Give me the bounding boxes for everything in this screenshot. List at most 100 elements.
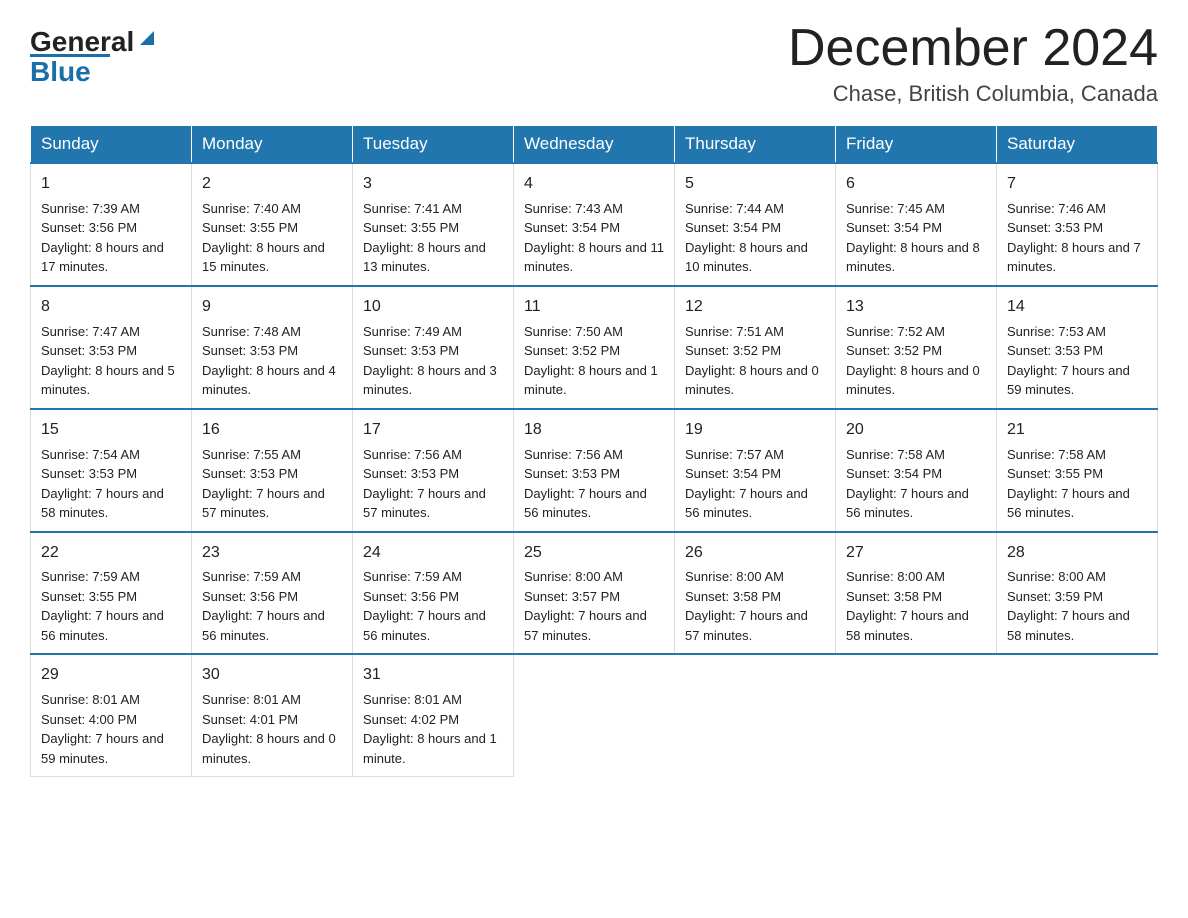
day-info: Sunrise: 7:59 AMSunset: 3:56 PMDaylight:… (363, 567, 503, 645)
day-info: Sunrise: 7:53 AMSunset: 3:53 PMDaylight:… (1007, 322, 1147, 400)
table-row: 29Sunrise: 8:01 AMSunset: 4:00 PMDayligh… (31, 654, 192, 776)
day-number: 21 (1007, 418, 1147, 443)
table-row: 1Sunrise: 7:39 AMSunset: 3:56 PMDaylight… (31, 163, 192, 286)
table-row (675, 654, 836, 776)
table-row: 12Sunrise: 7:51 AMSunset: 3:52 PMDayligh… (675, 286, 836, 409)
table-row: 4Sunrise: 7:43 AMSunset: 3:54 PMDaylight… (514, 163, 675, 286)
day-number: 14 (1007, 295, 1147, 320)
table-row (997, 654, 1158, 776)
day-info: Sunrise: 8:01 AMSunset: 4:02 PMDaylight:… (363, 690, 503, 768)
day-info: Sunrise: 7:46 AMSunset: 3:53 PMDaylight:… (1007, 199, 1147, 277)
day-number: 26 (685, 541, 825, 566)
table-row: 26Sunrise: 8:00 AMSunset: 3:58 PMDayligh… (675, 532, 836, 655)
table-row: 2Sunrise: 7:40 AMSunset: 3:55 PMDaylight… (192, 163, 353, 286)
day-number: 20 (846, 418, 986, 443)
day-number: 2 (202, 172, 342, 197)
day-number: 9 (202, 295, 342, 320)
day-number: 18 (524, 418, 664, 443)
day-number: 13 (846, 295, 986, 320)
day-info: Sunrise: 7:59 AMSunset: 3:56 PMDaylight:… (202, 567, 342, 645)
day-info: Sunrise: 7:54 AMSunset: 3:53 PMDaylight:… (41, 445, 181, 523)
day-info: Sunrise: 8:00 AMSunset: 3:59 PMDaylight:… (1007, 567, 1147, 645)
table-row: 13Sunrise: 7:52 AMSunset: 3:52 PMDayligh… (836, 286, 997, 409)
table-row: 30Sunrise: 8:01 AMSunset: 4:01 PMDayligh… (192, 654, 353, 776)
day-info: Sunrise: 7:39 AMSunset: 3:56 PMDaylight:… (41, 199, 181, 277)
table-row: 31Sunrise: 8:01 AMSunset: 4:02 PMDayligh… (353, 654, 514, 776)
logo-triangle-icon (136, 27, 158, 49)
table-row: 28Sunrise: 8:00 AMSunset: 3:59 PMDayligh… (997, 532, 1158, 655)
table-row: 24Sunrise: 7:59 AMSunset: 3:56 PMDayligh… (353, 532, 514, 655)
day-info: Sunrise: 7:43 AMSunset: 3:54 PMDaylight:… (524, 199, 664, 277)
table-row: 8Sunrise: 7:47 AMSunset: 3:53 PMDaylight… (31, 286, 192, 409)
day-info: Sunrise: 7:52 AMSunset: 3:52 PMDaylight:… (846, 322, 986, 400)
day-info: Sunrise: 7:40 AMSunset: 3:55 PMDaylight:… (202, 199, 342, 277)
table-row: 6Sunrise: 7:45 AMSunset: 3:54 PMDaylight… (836, 163, 997, 286)
day-number: 29 (41, 663, 181, 688)
day-number: 11 (524, 295, 664, 320)
day-info: Sunrise: 8:00 AMSunset: 3:58 PMDaylight:… (846, 567, 986, 645)
table-row: 15Sunrise: 7:54 AMSunset: 3:53 PMDayligh… (31, 409, 192, 532)
day-number: 28 (1007, 541, 1147, 566)
col-tuesday: Tuesday (353, 126, 514, 164)
col-monday: Monday (192, 126, 353, 164)
day-number: 8 (41, 295, 181, 320)
table-row: 23Sunrise: 7:59 AMSunset: 3:56 PMDayligh… (192, 532, 353, 655)
table-row: 11Sunrise: 7:50 AMSunset: 3:52 PMDayligh… (514, 286, 675, 409)
table-row: 19Sunrise: 7:57 AMSunset: 3:54 PMDayligh… (675, 409, 836, 532)
table-row: 10Sunrise: 7:49 AMSunset: 3:53 PMDayligh… (353, 286, 514, 409)
day-number: 22 (41, 541, 181, 566)
table-row: 14Sunrise: 7:53 AMSunset: 3:53 PMDayligh… (997, 286, 1158, 409)
table-row: 21Sunrise: 7:58 AMSunset: 3:55 PMDayligh… (997, 409, 1158, 532)
calendar-header: Sunday Monday Tuesday Wednesday Thursday… (31, 126, 1158, 164)
day-number: 23 (202, 541, 342, 566)
day-info: Sunrise: 7:49 AMSunset: 3:53 PMDaylight:… (363, 322, 503, 400)
day-number: 4 (524, 172, 664, 197)
day-number: 30 (202, 663, 342, 688)
day-info: Sunrise: 7:41 AMSunset: 3:55 PMDaylight:… (363, 199, 503, 277)
table-row: 18Sunrise: 7:56 AMSunset: 3:53 PMDayligh… (514, 409, 675, 532)
day-number: 1 (41, 172, 181, 197)
day-number: 5 (685, 172, 825, 197)
table-row: 25Sunrise: 8:00 AMSunset: 3:57 PMDayligh… (514, 532, 675, 655)
day-info: Sunrise: 7:59 AMSunset: 3:55 PMDaylight:… (41, 567, 181, 645)
table-row: 22Sunrise: 7:59 AMSunset: 3:55 PMDayligh… (31, 532, 192, 655)
col-sunday: Sunday (31, 126, 192, 164)
day-number: 19 (685, 418, 825, 443)
day-number: 31 (363, 663, 503, 688)
day-number: 15 (41, 418, 181, 443)
day-info: Sunrise: 7:56 AMSunset: 3:53 PMDaylight:… (363, 445, 503, 523)
table-row: 3Sunrise: 7:41 AMSunset: 3:55 PMDaylight… (353, 163, 514, 286)
table-row: 7Sunrise: 7:46 AMSunset: 3:53 PMDaylight… (997, 163, 1158, 286)
day-info: Sunrise: 7:55 AMSunset: 3:53 PMDaylight:… (202, 445, 342, 523)
day-info: Sunrise: 7:51 AMSunset: 3:52 PMDaylight:… (685, 322, 825, 400)
day-number: 10 (363, 295, 503, 320)
day-number: 16 (202, 418, 342, 443)
day-number: 3 (363, 172, 503, 197)
table-row: 27Sunrise: 8:00 AMSunset: 3:58 PMDayligh… (836, 532, 997, 655)
day-info: Sunrise: 7:57 AMSunset: 3:54 PMDaylight:… (685, 445, 825, 523)
day-info: Sunrise: 7:58 AMSunset: 3:55 PMDaylight:… (1007, 445, 1147, 523)
day-info: Sunrise: 7:58 AMSunset: 3:54 PMDaylight:… (846, 445, 986, 523)
day-number: 6 (846, 172, 986, 197)
col-saturday: Saturday (997, 126, 1158, 164)
day-info: Sunrise: 8:01 AMSunset: 4:00 PMDaylight:… (41, 690, 181, 768)
day-info: Sunrise: 8:01 AMSunset: 4:01 PMDaylight:… (202, 690, 342, 768)
table-row: 17Sunrise: 7:56 AMSunset: 3:53 PMDayligh… (353, 409, 514, 532)
day-number: 7 (1007, 172, 1147, 197)
table-row: 16Sunrise: 7:55 AMSunset: 3:53 PMDayligh… (192, 409, 353, 532)
col-wednesday: Wednesday (514, 126, 675, 164)
day-number: 12 (685, 295, 825, 320)
table-row (836, 654, 997, 776)
day-info: Sunrise: 7:48 AMSunset: 3:53 PMDaylight:… (202, 322, 342, 400)
day-number: 25 (524, 541, 664, 566)
day-info: Sunrise: 8:00 AMSunset: 3:58 PMDaylight:… (685, 567, 825, 645)
table-row: 20Sunrise: 7:58 AMSunset: 3:54 PMDayligh… (836, 409, 997, 532)
logo: General Blue (30, 28, 158, 86)
location-title: Chase, British Columbia, Canada (788, 81, 1158, 107)
day-info: Sunrise: 7:47 AMSunset: 3:53 PMDaylight:… (41, 322, 181, 400)
day-number: 17 (363, 418, 503, 443)
month-title: December 2024 (788, 20, 1158, 77)
table-row: 9Sunrise: 7:48 AMSunset: 3:53 PMDaylight… (192, 286, 353, 409)
page-header: General Blue December 2024 Chase, Britis… (30, 20, 1158, 107)
day-info: Sunrise: 7:44 AMSunset: 3:54 PMDaylight:… (685, 199, 825, 277)
